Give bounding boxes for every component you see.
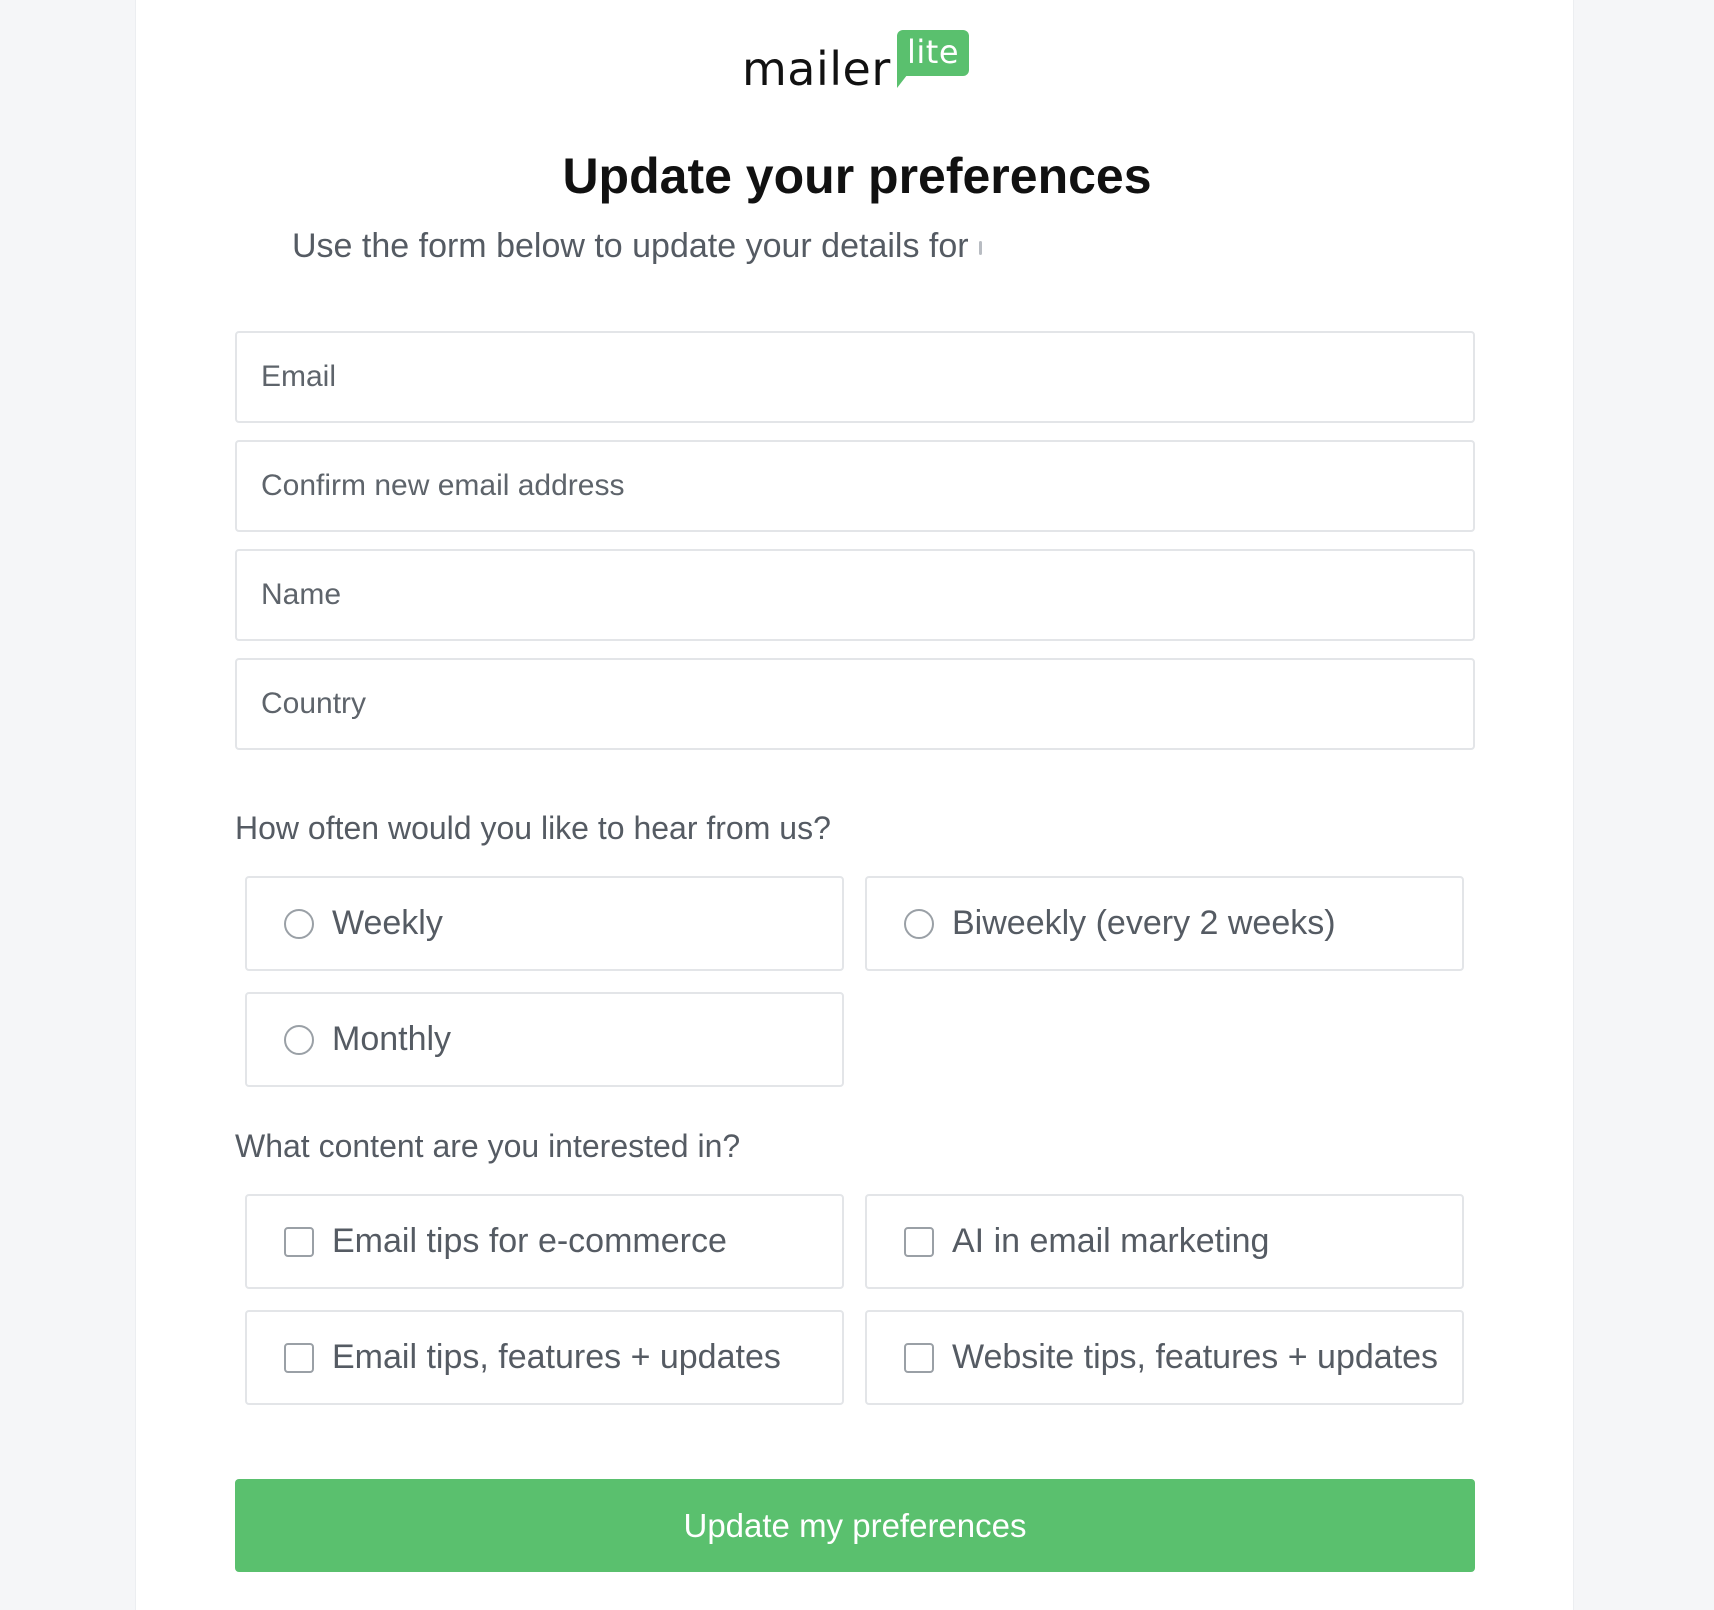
option-label: Email tips, features + updates: [332, 1338, 781, 1376]
email-field[interactable]: [235, 331, 1475, 423]
option-label: AI in email marketing: [952, 1222, 1270, 1260]
radio-button[interactable]: [284, 909, 314, 939]
name-field[interactable]: [235, 549, 1475, 641]
interests-question: What content are you interested in?: [235, 1128, 741, 1164]
interest-option-email-tips[interactable]: Email tips, features + updates: [245, 1310, 844, 1405]
checkbox[interactable]: [904, 1343, 934, 1373]
checkbox[interactable]: [284, 1227, 314, 1257]
page-title: Update your preferences: [562, 148, 1152, 204]
option-label: Monthly: [332, 1020, 452, 1058]
subtitle-text: Use the form below to update your detail…: [292, 227, 969, 265]
option-label: Weekly: [332, 904, 443, 942]
frequency-option-biweekly[interactable]: Biweekly (every 2 weeks): [865, 876, 1464, 971]
confirm-email-field[interactable]: [235, 440, 1475, 532]
radio-button[interactable]: [904, 909, 934, 939]
radio-button[interactable]: [284, 1025, 314, 1055]
frequency-option-weekly[interactable]: Weekly: [245, 876, 844, 971]
page-subtitle: Use the form below to update your detail…: [292, 224, 982, 268]
checkbox[interactable]: [904, 1227, 934, 1257]
interest-option-ai[interactable]: AI in email marketing: [865, 1194, 1464, 1289]
logo-badge-tail-icon: [897, 70, 911, 88]
option-label: Biweekly (every 2 weeks): [952, 904, 1336, 942]
country-field[interactable]: [235, 658, 1475, 750]
frequency-option-monthly[interactable]: Monthly: [245, 992, 844, 1087]
option-label: Email tips for e-commerce: [332, 1222, 727, 1260]
interest-option-website-tips[interactable]: Website tips, features + updates: [865, 1310, 1464, 1405]
mailerlite-logo: mailer lite: [742, 26, 972, 96]
update-preferences-button[interactable]: Update my preferences: [235, 1479, 1475, 1572]
logo-wordmark: mailer: [742, 42, 891, 96]
interest-option-ecommerce[interactable]: Email tips for e-commerce: [245, 1194, 844, 1289]
checkbox[interactable]: [284, 1343, 314, 1373]
subtitle-truncation-mark: [978, 241, 982, 256]
option-label: Website tips, features + updates: [952, 1338, 1439, 1376]
frequency-question: How often would you like to hear from us…: [235, 810, 831, 846]
